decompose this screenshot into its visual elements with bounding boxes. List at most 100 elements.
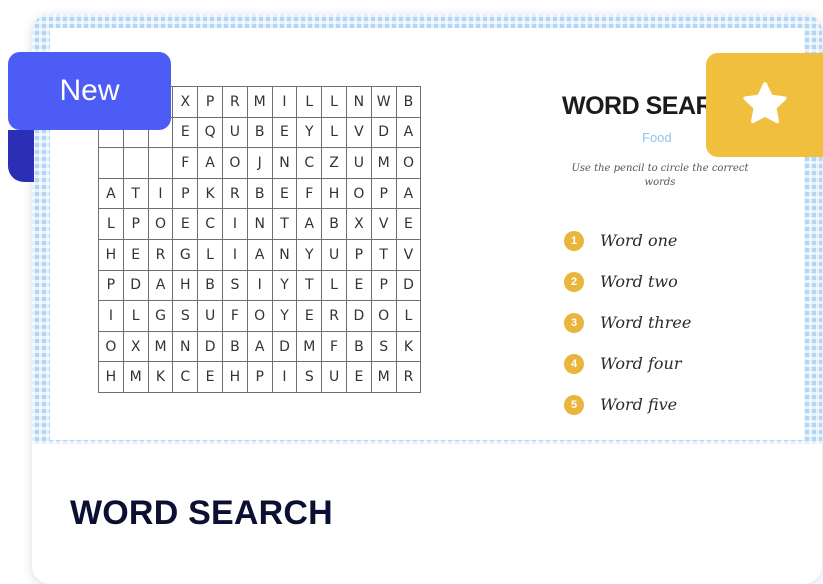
- grid-row: OXMNDBADMFBSK: [98, 330, 422, 363]
- grid-cell: E: [395, 208, 422, 240]
- grid-cell: A: [197, 147, 223, 179]
- grid-cell: U: [197, 300, 223, 332]
- star-icon: [742, 82, 787, 124]
- grid-cell: F: [296, 177, 323, 210]
- grid-cell: A: [98, 177, 124, 210]
- word-list-item: 5 Word five: [564, 384, 691, 425]
- grid-cell: I: [147, 177, 174, 210]
- grid-cell: [147, 147, 174, 179]
- grid-cell: R: [221, 177, 248, 210]
- grid-cell: B: [345, 330, 372, 363]
- grid-cell: P: [370, 269, 397, 302]
- grid-cell: M: [370, 147, 397, 179]
- grid-cell: M: [296, 330, 323, 363]
- grid-cell: S: [370, 330, 397, 363]
- grid-cell: D: [395, 269, 422, 302]
- grid-cell: C: [172, 361, 199, 393]
- grid-cell: T: [271, 208, 298, 240]
- grid-cell: U: [321, 361, 347, 393]
- grid-cell: Y: [296, 238, 323, 271]
- grid-cell: A: [147, 269, 174, 302]
- grid-cell: N: [246, 208, 273, 240]
- grid-cell: K: [395, 330, 422, 363]
- favorite-button[interactable]: [706, 53, 823, 157]
- word-list-item: 2 Word two: [564, 261, 691, 302]
- word-label: Word two: [600, 272, 678, 291]
- grid-cell: X: [172, 86, 199, 118]
- grid-cell: Y: [296, 116, 323, 149]
- grid-cell: R: [321, 300, 347, 332]
- grid-cell: P: [98, 269, 124, 302]
- grid-cell: V: [395, 238, 422, 271]
- grid-cell: O: [370, 300, 397, 332]
- grid-cell: E: [122, 238, 149, 271]
- grid-cell: I: [98, 300, 124, 332]
- word-label: Word four: [600, 354, 682, 373]
- grid-cell: M: [246, 86, 273, 118]
- grid-cell: T: [296, 269, 323, 302]
- worksheet-instructions: Use the pencil to circle the correct wor…: [571, 163, 749, 188]
- grid-cell: Y: [271, 269, 298, 302]
- grid-cell: L: [98, 208, 124, 240]
- grid-cell: P: [197, 86, 223, 118]
- grid-cell: R: [395, 361, 422, 393]
- grid-cell: N: [172, 330, 199, 363]
- grid-cell: V: [345, 116, 372, 149]
- worksheet-subtitle: Food: [642, 130, 672, 145]
- grid-cell: W: [370, 86, 397, 118]
- grid-cell: O: [221, 147, 248, 179]
- grid-row: PDAHBSIYTLEPD: [98, 269, 422, 302]
- grid-cell: E: [271, 116, 298, 149]
- grid-cell: D: [345, 300, 372, 332]
- grid-cell: N: [345, 86, 372, 118]
- grid-cell: B: [246, 116, 273, 149]
- grid-row: ATIPKRBEFHOPA: [98, 177, 422, 210]
- grid-cell: N: [271, 238, 298, 271]
- card-title[interactable]: WORD SEARCH: [70, 494, 333, 533]
- word-list: 1 Word one 2 Word two 3 Word three 4 Word four 5…: [564, 220, 691, 425]
- word-number-badge: 5: [564, 394, 584, 415]
- grid-cell: U: [321, 238, 347, 271]
- grid-cell: K: [147, 361, 174, 393]
- grid-cell: H: [221, 361, 248, 393]
- grid-cell: O: [147, 208, 174, 240]
- grid-cell: O: [98, 330, 124, 363]
- grid-cell: F: [221, 300, 248, 332]
- grid-cell: N: [271, 147, 298, 179]
- word-list-item: 1 Word one: [564, 220, 691, 261]
- grid-cell: H: [98, 361, 124, 393]
- word-list-item: 3 Word three: [564, 302, 691, 343]
- grid-cell: S: [221, 269, 248, 302]
- grid-cell: [122, 147, 149, 179]
- grid-row: ILGSUFOYERDOL: [98, 300, 422, 332]
- grid-row: HERGLIANYUPTV: [98, 238, 422, 271]
- grid-cell: R: [221, 86, 248, 118]
- word-label: Word three: [600, 313, 692, 332]
- grid-cell: U: [345, 147, 372, 179]
- grid-cell: T: [370, 238, 397, 271]
- grid-cell: J: [246, 147, 273, 179]
- grid-cell: E: [345, 269, 372, 302]
- grid-cell: P: [370, 177, 397, 210]
- grid-cell: E: [172, 116, 199, 149]
- grid-cell: L: [395, 300, 422, 332]
- grid-cell: L: [296, 86, 323, 118]
- grid-cell: I: [246, 269, 273, 302]
- grid-cell: E: [197, 361, 223, 393]
- grid-cell: S: [296, 361, 323, 393]
- grid-cell: I: [221, 238, 248, 271]
- grid-cell: X: [345, 208, 372, 240]
- grid-cell: D: [370, 116, 397, 149]
- grid-cell: L: [321, 269, 347, 302]
- grid-cell: B: [395, 86, 422, 118]
- grid-cell: R: [147, 238, 174, 271]
- word-label: Word five: [600, 395, 678, 414]
- grid-cell: S: [172, 300, 199, 332]
- new-badge: New: [8, 52, 171, 130]
- grid-cell: T: [122, 177, 149, 210]
- grid-cell: I: [221, 208, 248, 240]
- grid-cell: G: [172, 238, 199, 271]
- grid-cell: Q: [197, 116, 223, 149]
- grid-cell: L: [122, 300, 149, 332]
- grid-cell: P: [246, 361, 273, 393]
